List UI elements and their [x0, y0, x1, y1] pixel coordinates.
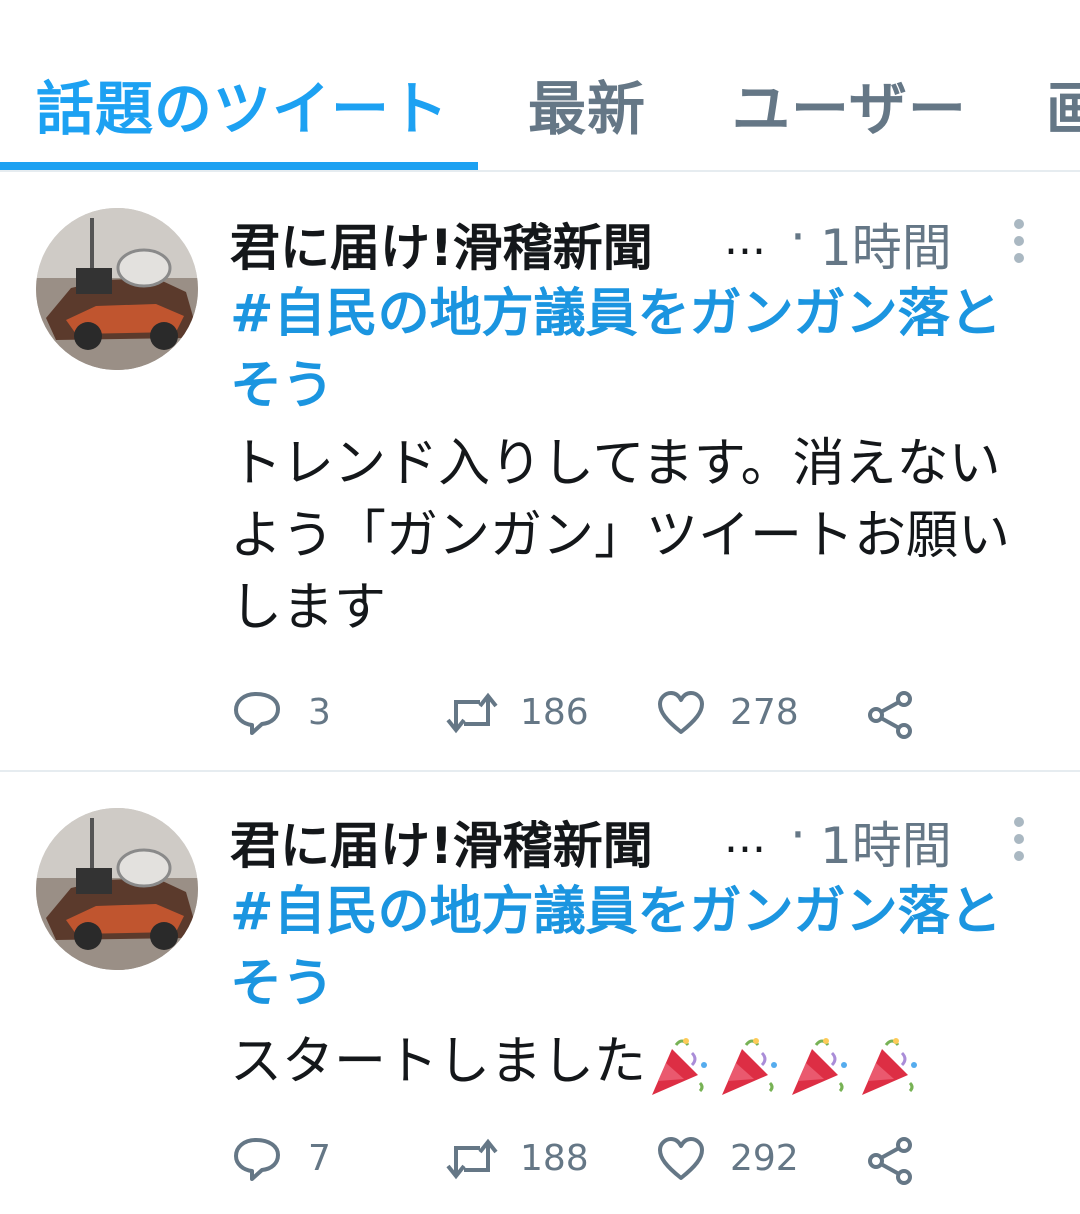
tweet-text: スタートしました — [230, 1026, 1050, 1098]
tab-images[interactable]: 画 — [1046, 62, 1080, 146]
retweet-count: 188 — [520, 1138, 589, 1179]
reply-icon — [234, 692, 280, 735]
separator-dot: · — [790, 208, 806, 266]
tweet-text: トレンド入りしてます。消えないよう「ガンガン」ツイートお願いします — [230, 434, 1011, 638]
hashtag-link[interactable]: #自民の地方議員をガンガン落とそう — [230, 876, 1040, 1020]
tweet-text-content: スタートしました — [230, 1032, 647, 1092]
reply-count: 7 — [308, 1138, 331, 1179]
tweet[interactable]: 君に届け!滑稽新聞 ... · 1時間 #自民の地方議員をガンガン落とそう トレ… — [0, 172, 1080, 770]
share-icon — [868, 1137, 912, 1185]
like-icon — [658, 1137, 704, 1180]
reply-icon — [234, 1138, 280, 1181]
avatar-car-image — [36, 808, 198, 970]
tweet-header: 君に届け!滑稽新聞 ... · 1時間 — [230, 806, 1050, 876]
tab-users[interactable]: ユーザー — [732, 62, 967, 146]
like-count: 292 — [730, 1138, 799, 1179]
tab-latest[interactable]: 最新 — [528, 62, 646, 146]
tweet-actions: 3 186 278 — [232, 688, 932, 739]
retweet-icon — [446, 1138, 498, 1180]
tweet[interactable]: 君に届け!滑稽新聞 ... · 1時間 #自民の地方議員をガンガン落とそう スタ… — [0, 772, 1080, 1214]
separator-dot: · — [790, 806, 806, 864]
tab-top-tweets[interactable]: 話題のツイート — [36, 62, 449, 146]
share-icon — [868, 691, 912, 739]
retweet-icon — [446, 692, 498, 734]
reply-count: 3 — [308, 692, 331, 733]
tweet-header: 君に届け!滑稽新聞 ... · 1時間 — [230, 208, 1050, 278]
retweet-count: 186 — [520, 692, 589, 733]
user-name[interactable]: 君に届け!滑稽新聞 — [230, 806, 653, 878]
active-tab-indicator — [0, 162, 478, 170]
party-popper-icon — [652, 1038, 918, 1095]
like-icon — [658, 691, 704, 734]
tweet-time[interactable]: 1時間 — [820, 806, 952, 878]
avatar[interactable] — [36, 208, 198, 370]
party-popper-emojis — [646, 1035, 928, 1095]
tab-bar: 話題のツイート 最新 ユーザー 画 — [0, 0, 1080, 172]
hashtag-link[interactable]: #自民の地方議員をガンガン落とそう — [230, 278, 1040, 422]
more-options-icon[interactable] — [1006, 814, 1032, 864]
avatar[interactable] — [36, 808, 198, 970]
name-ellipsis: ... — [724, 812, 766, 863]
user-name[interactable]: 君に届け!滑稽新聞 — [230, 208, 653, 280]
tweet-time[interactable]: 1時間 — [820, 208, 952, 280]
avatar-car-image — [36, 208, 198, 370]
name-ellipsis: ... — [724, 214, 766, 265]
tweet-actions: 7 188 292 — [232, 1134, 932, 1185]
more-options-icon[interactable] — [1006, 216, 1032, 266]
like-count: 278 — [730, 692, 799, 733]
